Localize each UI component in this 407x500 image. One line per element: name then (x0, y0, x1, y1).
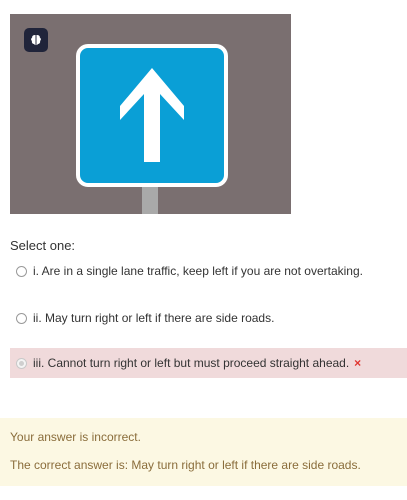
feedback-panel: Your answer is incorrect. The correct an… (0, 418, 407, 486)
option-label: i. Are in a single lane traffic, keep le… (33, 264, 363, 278)
incorrect-x-icon: × (354, 356, 362, 370)
feedback-status: Your answer is incorrect. (10, 430, 141, 444)
answer-option-ii[interactable]: ii. May turn right or left if there are … (10, 309, 407, 327)
quiz-question: Select one: i. Are in a single lane traf… (0, 0, 407, 500)
answer-option-i[interactable]: i. Are in a single lane traffic, keep le… (10, 262, 407, 280)
option-label: ii. May turn right or left if there are … (33, 311, 275, 325)
sign-pole (142, 186, 158, 214)
brain-icon[interactable] (24, 28, 48, 52)
road-sign (76, 44, 228, 187)
answer-option-iii[interactable]: iii. Cannot turn right or left but must … (10, 348, 407, 378)
radio-button[interactable] (16, 265, 27, 277)
radio-button-selected[interactable] (16, 357, 27, 369)
question-image (10, 14, 291, 214)
select-one-label: Select one: (10, 238, 76, 253)
radio-button[interactable] (16, 312, 27, 324)
up-arrow-icon (120, 68, 184, 162)
option-label: iii. Cannot turn right or left but must … (33, 356, 350, 370)
correct-answer-text: The correct answer is: May turn right or… (10, 458, 361, 472)
